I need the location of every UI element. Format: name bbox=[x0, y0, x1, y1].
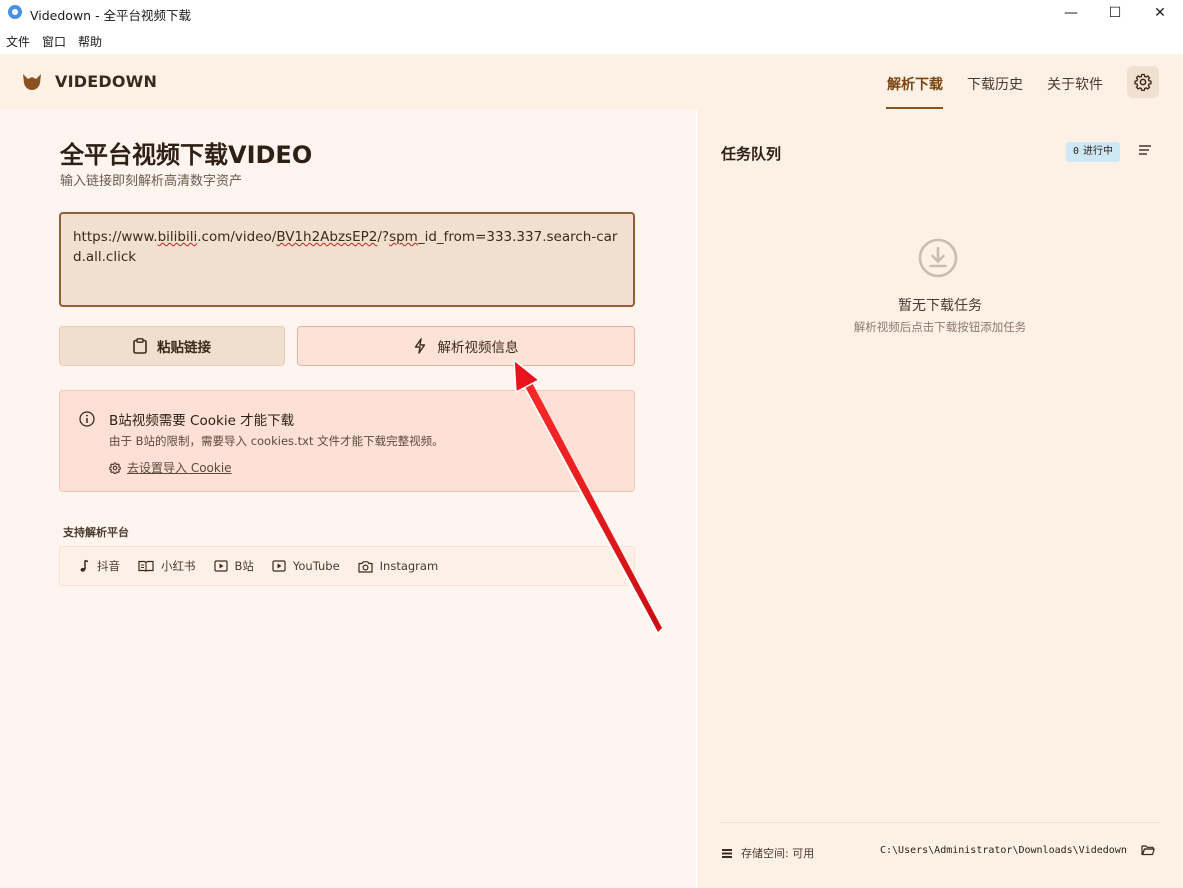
cookie-notice: B站视频需要 Cookie 才能下载 由于 B站的限制，需要导入 cookies… bbox=[59, 390, 635, 492]
import-cookie-link-label: 去设置导入 Cookie bbox=[127, 461, 232, 475]
window-titlebar: Videdown - 全平台视频下载 — ☐ ✕ bbox=[0, 0, 1183, 26]
badge-count: 0 bbox=[1073, 146, 1080, 157]
lightning-icon bbox=[414, 338, 425, 354]
parse-video-button[interactable]: 解析视频信息 bbox=[297, 326, 635, 366]
page-subtitle: 输入链接即刻解析高清数字资产 bbox=[60, 174, 243, 189]
url-text-part: /? bbox=[377, 229, 390, 245]
paste-link-label: 粘贴链接 bbox=[157, 340, 211, 356]
sort-menu-icon[interactable] bbox=[1138, 144, 1152, 156]
paste-link-button[interactable]: 粘贴链接 bbox=[59, 326, 285, 366]
maximize-button[interactable]: ☐ bbox=[1092, 0, 1138, 26]
gear-icon bbox=[1134, 73, 1152, 91]
active-tab-indicator bbox=[886, 107, 943, 109]
empty-state-subtitle: 解析视频后点击下载按钮添加任务 bbox=[853, 320, 1027, 334]
storage-icon bbox=[722, 848, 732, 858]
task-queue-panel: 任务队列 0 进行中 暂无下载任务 解析视频后点击下载按钮添加任务 存储空间: … bbox=[697, 110, 1183, 888]
menu-file[interactable]: 文件 bbox=[0, 30, 36, 52]
platform-name: 小红书 bbox=[161, 559, 196, 573]
play-icon bbox=[213, 560, 228, 572]
storage-label: 存储空间: 可用 bbox=[741, 847, 815, 860]
url-text-part: https://www. bbox=[73, 229, 158, 245]
footer-divider bbox=[721, 822, 1159, 823]
book-icon bbox=[138, 560, 154, 572]
status-badge: 0 进行中 bbox=[1066, 142, 1121, 162]
tab-download-history[interactable]: 下载历史 bbox=[967, 74, 1023, 94]
platform-name: B站 bbox=[234, 559, 254, 573]
app-icon bbox=[8, 5, 22, 19]
empty-state-title: 暂无下载任务 bbox=[898, 298, 982, 314]
url-input[interactable]: https://www.bilibili.com/video/BV1h2Abzs… bbox=[59, 212, 635, 307]
window-title: Videdown - 全平台视频下载 bbox=[30, 8, 192, 23]
notice-title: B站视频需要 Cookie 才能下载 bbox=[109, 413, 295, 429]
page-title: 全平台视频下载VIDEO bbox=[60, 141, 313, 169]
brand-name: VIDEDOWN bbox=[55, 72, 158, 91]
platform-name: Instagram bbox=[379, 559, 439, 573]
url-text-part: BV1h2AbzsEP2 bbox=[276, 229, 378, 245]
platform-douyin: 抖音 bbox=[78, 558, 120, 574]
notice-text: 由于 B站的限制，需要导入 cookies.txt 文件才能下载完整视频。 bbox=[109, 434, 444, 448]
download-circle-icon bbox=[918, 238, 958, 278]
download-path: C:\Users\Administrator\Downloads\Videdow… bbox=[880, 845, 1127, 856]
gear-icon bbox=[109, 461, 121, 474]
play-icon bbox=[272, 560, 286, 572]
settings-button[interactable] bbox=[1127, 66, 1159, 98]
app-header: VIDEDOWN 解析下载 下载历史 关于软件 bbox=[0, 54, 1183, 110]
camera-icon bbox=[358, 560, 373, 573]
badge-label: 进行中 bbox=[1083, 146, 1114, 157]
import-cookie-link[interactable]: 去设置导入 Cookie bbox=[109, 459, 232, 476]
platform-name: 抖音 bbox=[97, 559, 120, 573]
platform-bilibili: B站 bbox=[213, 558, 254, 574]
close-button[interactable]: ✕ bbox=[1137, 0, 1183, 26]
info-icon bbox=[79, 411, 95, 427]
platforms-label: 支持解析平台 bbox=[63, 526, 129, 539]
music-note-icon bbox=[80, 559, 89, 572]
platform-name: YouTube bbox=[292, 559, 340, 573]
platform-xiaohongshu: 小红书 bbox=[138, 558, 196, 574]
menu-help[interactable]: 帮助 bbox=[72, 30, 108, 52]
queue-title: 任务队列 bbox=[721, 145, 782, 163]
url-text-part: .com/video/ bbox=[197, 229, 277, 245]
parse-video-label: 解析视频信息 bbox=[437, 340, 519, 356]
platform-youtube: YouTube bbox=[272, 559, 340, 573]
url-text-part: spm bbox=[389, 229, 418, 245]
menu-window[interactable]: 窗口 bbox=[36, 30, 72, 52]
tab-parse-download[interactable]: 解析下载 bbox=[887, 74, 943, 94]
tab-about[interactable]: 关于软件 bbox=[1047, 74, 1103, 94]
fox-logo-icon bbox=[23, 74, 41, 90]
url-text-part: bilibili bbox=[157, 229, 198, 245]
clipboard-icon bbox=[133, 338, 147, 354]
minimize-button[interactable]: — bbox=[1048, 0, 1094, 26]
platform-instagram: Instagram bbox=[358, 559, 439, 573]
platforms-list: 抖音 小红书 B站 YouTube Instagram bbox=[59, 546, 635, 586]
menu-bar: 文件 窗口 帮助 bbox=[0, 30, 108, 52]
storage-status: 存储空间: 可用 bbox=[721, 845, 814, 861]
folder-open-icon[interactable] bbox=[1141, 844, 1155, 856]
parse-panel: 全平台视频下载VIDEO 输入链接即刻解析高清数字资产 https://www.… bbox=[0, 110, 696, 888]
